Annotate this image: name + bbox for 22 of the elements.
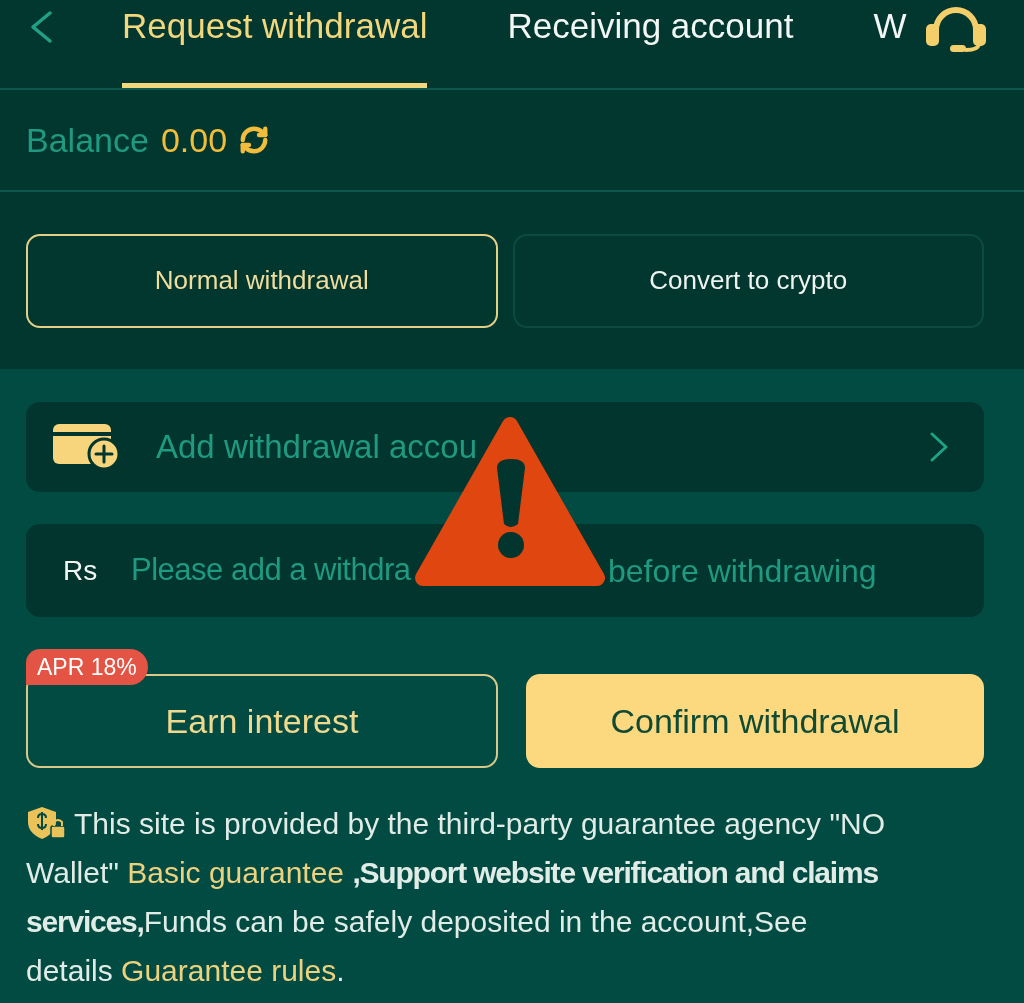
notice-link[interactable]: Guarantee rules: [121, 954, 337, 987]
placeholder-text: before withdrawing: [608, 551, 877, 591]
tab[interactable]: Request withdrawal: [122, 0, 428, 88]
balance-label: Balance: [26, 119, 149, 161]
wallet-add-icon: [53, 424, 121, 470]
placeholder-text: Please add a withdra: [131, 551, 411, 590]
back-icon[interactable]: [29, 11, 53, 43]
action-button[interactable]: Confirm withdrawal: [526, 674, 984, 768]
withdrawal-mode-button[interactable]: Normal withdrawal: [26, 233, 498, 328]
tab[interactable]: Receiving account: [507, 0, 794, 88]
withdrawal-mode-button[interactable]: Convert to crypto: [512, 233, 984, 328]
headset-icon[interactable]: [924, 4, 988, 52]
add-account-button[interactable]: Add withdrawal accou: [26, 402, 984, 492]
notice-link[interactable]: Basic guarantee: [127, 856, 345, 889]
balance-amount: 0.00: [160, 119, 228, 161]
shield-lock-icon: [26, 806, 66, 840]
refresh-icon[interactable]: [239, 125, 270, 155]
tab[interactable]: W: [873, 0, 907, 88]
chevron-right-icon: [930, 432, 948, 462]
currency-label: Rs: [63, 553, 99, 588]
guarantee-notice: This site is provided by the third-party guarantee agency "NO Wallet" Basic guarantee ,Support website verification and claims services,Funds can be safely deposited in the account,See details Guarantee rules.: [26, 805, 887, 989]
apr-badge: APR 18%: [26, 649, 148, 685]
